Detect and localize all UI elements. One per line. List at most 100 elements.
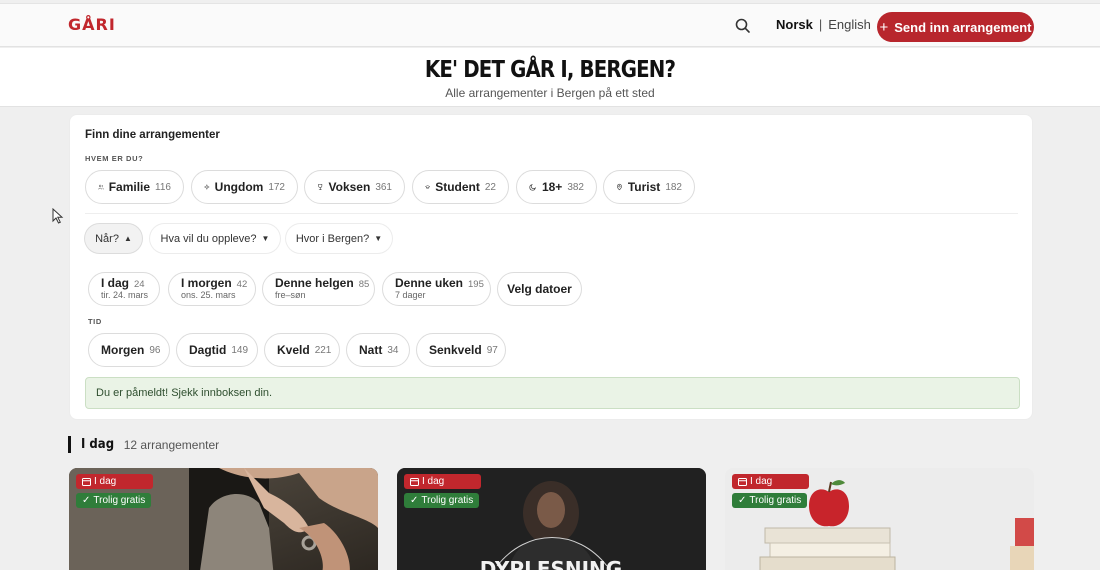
time-count-senkveld: 97 <box>486 344 498 356</box>
page-subtitle: Alle arrangementer i Bergen på ett sted <box>445 86 655 100</box>
audience-label-turist: Turist <box>627 180 661 194</box>
time-label-morgen: Morgen <box>101 343 145 357</box>
free-badge: ✓ Trolig gratis <box>404 493 480 508</box>
check-icon: ✓ <box>738 495 747 506</box>
audience-label: HVEM ER DU? <box>85 154 144 163</box>
chevron-down-icon: ▼ <box>374 234 383 243</box>
language-switcher: Norsk | English <box>776 17 871 32</box>
audience-label-voksen: Voksen <box>328 180 371 194</box>
calendar-icon <box>410 478 419 486</box>
free-badge-label: Trolig gratis <box>749 495 802 506</box>
experience-dropdown-label: Hva vil du oppleve? <box>160 232 257 245</box>
date-count-tomorrow: 42 <box>236 279 248 290</box>
send-event-button[interactable]: + Send inn arrangement <box>877 12 1034 42</box>
language-separator: | <box>818 17 823 32</box>
date-label-today: I dag <box>101 276 130 290</box>
date-pill-week[interactable]: Denne uken 195 7 dager <box>382 272 491 306</box>
date-badge-label: I dag <box>750 476 773 487</box>
date-count-today: 24 <box>134 279 145 290</box>
search-icon <box>735 18 750 33</box>
when-dropdown-label: Når? <box>95 232 119 245</box>
audience-pill-ungdom[interactable]: Ungdom 172 <box>191 170 298 204</box>
time-label: TID <box>88 317 102 326</box>
time-pill-dagtid[interactable]: Dagtid 149 <box>176 333 258 367</box>
time-count-dagtid: 149 <box>231 344 249 356</box>
chevron-down-icon: ▼ <box>261 234 270 243</box>
audience-pill-familie[interactable]: Familie 116 <box>85 170 184 204</box>
audience-label-student: Student <box>435 180 480 194</box>
when-dropdown[interactable]: Når? ▲ <box>85 224 142 253</box>
pick-dates-label: Velg datoer <box>507 282 572 296</box>
event-card[interactable]: DYPLESNING I dag ✓ Trolig gratis <box>397 468 706 570</box>
wine-icon <box>318 184 323 190</box>
filter-divider <box>85 213 1018 214</box>
free-badge: ✓ Trolig gratis <box>732 493 808 508</box>
hero-section: KE' DET GÅR I, BERGEN? Alle arrangemente… <box>0 48 1100 107</box>
audience-count-student: 22 <box>484 181 496 193</box>
language-norsk[interactable]: Norsk <box>776 17 813 32</box>
top-navigation-bar: GÅRI Norsk | English + Send inn arrangem… <box>0 3 1100 47</box>
time-label-natt: Natt <box>359 343 383 357</box>
pick-dates-button[interactable]: Velg datoer <box>497 272 582 306</box>
time-pill-morgen[interactable]: Morgen 96 <box>88 333 170 367</box>
image-text: DYPLESNING <box>480 557 622 570</box>
section-accent-bar <box>68 436 71 453</box>
date-count-weekend: 85 <box>358 279 370 290</box>
audience-count-turist: 182 <box>665 181 682 193</box>
date-badge: I dag <box>732 474 809 489</box>
free-badge: ✓ Trolig gratis <box>76 493 152 508</box>
date-badge-label: I dag <box>94 476 117 487</box>
panel-title: Finn dine arrangementer <box>85 129 220 141</box>
plus-icon: + <box>879 18 889 36</box>
audience-pill-student[interactable]: Student 22 <box>412 170 509 204</box>
mouse-cursor-icon <box>52 208 64 224</box>
location-dropdown[interactable]: Hvor i Bergen? ▼ <box>286 224 392 253</box>
free-badge-label: Trolig gratis <box>93 495 146 506</box>
experience-dropdown[interactable]: Hva vil du oppleve? ▼ <box>150 224 280 253</box>
audience-pill-18plus[interactable]: 18+ 382 <box>516 170 597 204</box>
time-label-senkveld: Senkveld <box>429 343 482 357</box>
time-pill-kveld[interactable]: Kveld 221 <box>264 333 340 367</box>
search-button[interactable] <box>734 17 752 35</box>
date-badge: I dag <box>404 474 481 489</box>
chevron-up-icon: ▲ <box>123 234 132 243</box>
date-sub-tomorrow: ons. 25. mars <box>181 290 236 300</box>
date-label-week: Denne uken <box>395 276 464 290</box>
audience-label-familie: Familie <box>108 180 151 194</box>
audience-count-familie: 116 <box>155 181 171 193</box>
audience-label-18plus: 18+ <box>541 180 563 194</box>
section-title: I dag <box>81 437 115 452</box>
date-badge-label: I dag <box>422 476 445 487</box>
date-sub-today: tir. 24. mars <box>101 290 149 300</box>
time-count-morgen: 96 <box>149 344 161 356</box>
date-badge: I dag <box>76 474 153 489</box>
date-label-weekend: Denne helgen <box>275 276 354 290</box>
check-icon: ✓ <box>410 495 419 506</box>
event-card[interactable]: I dag ✓ Trolig gratis <box>725 468 1034 570</box>
audience-pill-turist[interactable]: Turist 182 <box>603 170 695 204</box>
map-pin-icon <box>617 183 622 191</box>
event-card[interactable]: I dag ✓ Trolig gratis <box>69 468 378 570</box>
calendar-icon <box>82 478 91 486</box>
time-pill-senkveld[interactable]: Senkveld 97 <box>416 333 506 367</box>
filter-panel: Finn dine arrangementer HVEM ER DU? Fami… <box>69 114 1033 420</box>
family-icon <box>98 184 104 190</box>
date-pill-today[interactable]: I dag 24 tir. 24. mars <box>88 272 160 306</box>
time-pill-natt[interactable]: Natt 34 <box>346 333 410 367</box>
date-sub-weekend: fre–søn <box>275 290 306 300</box>
date-pill-weekend[interactable]: Denne helgen 85 fre–søn <box>262 272 375 306</box>
language-english[interactable]: English <box>828 17 871 32</box>
logo[interactable]: GÅRI <box>68 15 116 34</box>
date-count-week: 195 <box>468 279 484 290</box>
section-count: 12 arrangementer <box>123 437 220 452</box>
check-icon: ✓ <box>82 495 91 506</box>
date-pill-tomorrow[interactable]: I morgen 42 ons. 25. mars <box>168 272 256 306</box>
free-badge-label: Trolig gratis <box>421 495 474 506</box>
audience-pill-voksen[interactable]: Voksen 361 <box>304 170 405 204</box>
success-message: Du er påmeldt! Sjekk innboksen din. <box>85 377 1020 409</box>
date-sub-week: 7 dager <box>395 290 426 300</box>
date-label-tomorrow: I morgen <box>181 276 232 290</box>
time-label-dagtid: Dagtid <box>189 343 227 357</box>
send-event-label: Send inn arrangement <box>894 19 1032 35</box>
time-count-natt: 34 <box>387 344 399 356</box>
